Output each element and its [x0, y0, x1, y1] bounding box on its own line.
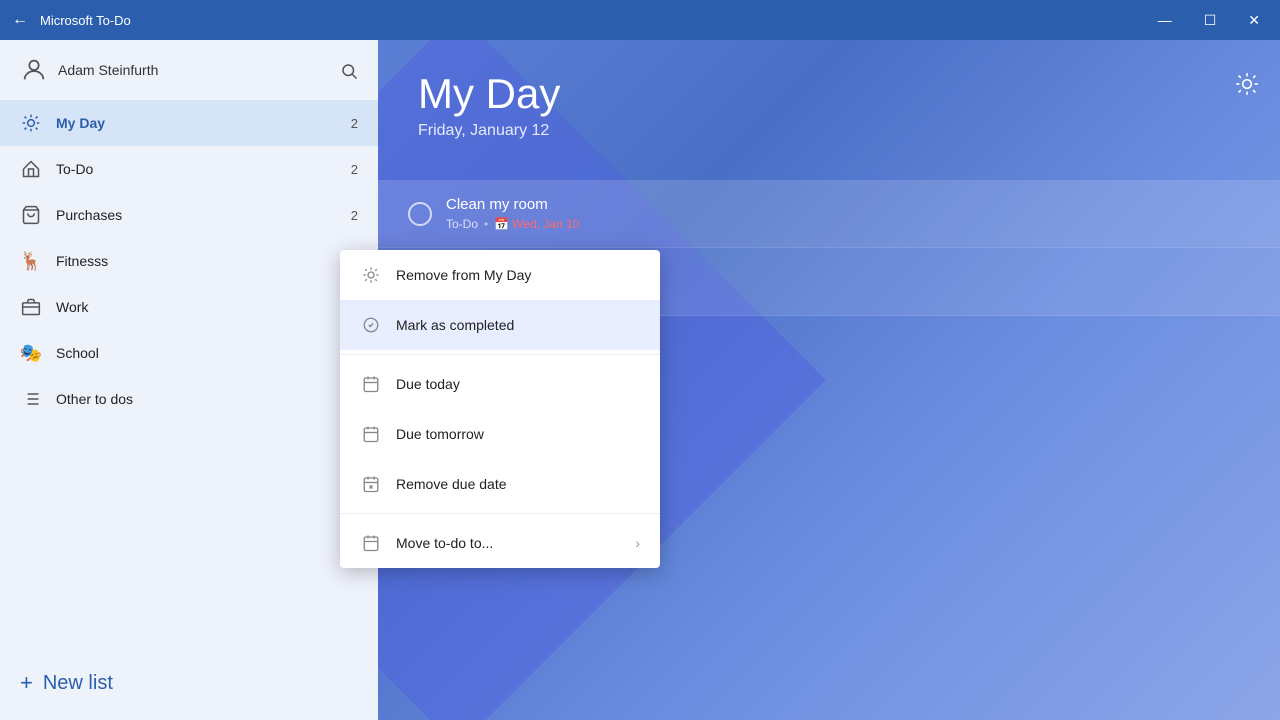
- sidebar-footer: + New list: [0, 646, 378, 720]
- move-icon: [360, 532, 382, 554]
- ctx-item-label: Move to-do to...: [396, 535, 621, 551]
- ctx-mark-completed[interactable]: Mark as completed: [340, 300, 660, 350]
- new-list-label: New list: [43, 672, 113, 695]
- page-date: Friday, January 12: [418, 122, 1240, 140]
- main-header: My Day Friday, January 12: [378, 40, 1280, 160]
- task-name: Clean my room: [446, 196, 1250, 213]
- username: Adam Steinfurth: [58, 62, 158, 78]
- user-icon: [20, 56, 48, 84]
- check-circle-icon: [360, 314, 382, 336]
- sidebar-item-label: My Day: [56, 115, 337, 131]
- sun-icon: [360, 264, 382, 286]
- ctx-item-label: Due tomorrow: [396, 426, 640, 442]
- sidebar-item-school[interactable]: 🎭 School 1: [0, 330, 378, 376]
- calendar-icon: 📅: [494, 217, 509, 231]
- sidebar-item-label: Fitnesss: [56, 253, 337, 269]
- sidebar-item-fitnesss[interactable]: 🦌 Fitnesss 2: [0, 238, 378, 284]
- window-controls: — ☐ ✕: [1150, 8, 1268, 33]
- sun-icon: [20, 112, 42, 134]
- sidebar-nav: My Day 2 To-Do 2: [0, 100, 378, 646]
- sidebar-item-count: 2: [351, 116, 358, 131]
- sidebar-item-my-day[interactable]: My Day 2: [0, 100, 378, 146]
- sidebar-item-other-to-dos[interactable]: Other to dos: [0, 376, 378, 422]
- minimize-button[interactable]: —: [1150, 8, 1180, 33]
- home-icon: [20, 158, 42, 180]
- sidebar-item-to-do[interactable]: To-Do 2: [0, 146, 378, 192]
- app-title: Microsoft To-Do: [40, 13, 1150, 28]
- task-meta: To-Do • 📅 Wed, Jan 10: [446, 217, 1250, 231]
- page-title: My Day: [418, 70, 1240, 118]
- ctx-item-label: Remove from My Day: [396, 267, 640, 283]
- separator: •: [484, 217, 488, 231]
- task-info: Clean my room To-Do • 📅 Wed, Jan 10: [446, 196, 1250, 231]
- ctx-remove-from-my-day[interactable]: Remove from My Day: [340, 250, 660, 300]
- sidebar-item-label: Purchases: [56, 207, 337, 223]
- calendar-icon: [360, 373, 382, 395]
- back-button[interactable]: ←: [12, 11, 28, 29]
- ctx-item-label: Remove due date: [396, 476, 640, 492]
- ctx-divider: [340, 513, 660, 514]
- sidebar: Adam Steinfurth: [0, 40, 378, 720]
- calendar-icon: [360, 423, 382, 445]
- task-list: To-Do: [446, 217, 478, 231]
- sidebar-item-label: Work: [56, 299, 337, 315]
- task-due-date: 📅 Wed, Jan 10: [494, 217, 579, 231]
- list-icon: [20, 388, 42, 410]
- context-menu: Remove from My Day Mark as completed Due…: [340, 250, 660, 568]
- ctx-item-label: Mark as completed: [396, 317, 640, 333]
- fitness-icon: 🦌: [20, 250, 42, 272]
- ctx-divider: [340, 354, 660, 355]
- sidebar-item-count: 2: [351, 208, 358, 223]
- calendar-remove-icon: [360, 473, 382, 495]
- search-button[interactable]: [340, 60, 358, 81]
- purchases-icon: [20, 204, 42, 226]
- school-icon: 🎭: [20, 342, 42, 364]
- task-item[interactable]: Clean my room To-Do • 📅 Wed, Jan 10: [378, 180, 1280, 248]
- sidebar-header: Adam Steinfurth: [0, 40, 378, 100]
- task-complete-circle[interactable]: [408, 202, 432, 226]
- arrow-right-icon: ›: [635, 535, 640, 551]
- work-icon: [20, 296, 42, 318]
- ctx-item-label: Due today: [396, 376, 640, 392]
- ctx-due-tomorrow[interactable]: Due tomorrow: [340, 409, 660, 459]
- maximize-button[interactable]: ☐: [1196, 8, 1225, 33]
- sidebar-item-label: School: [56, 345, 337, 361]
- sidebar-item-count: 2: [351, 162, 358, 177]
- ctx-remove-due-date[interactable]: Remove due date: [340, 459, 660, 509]
- sidebar-item-work[interactable]: Work 2: [0, 284, 378, 330]
- titlebar: ← Microsoft To-Do — ☐ ✕: [0, 0, 1280, 40]
- new-list-button[interactable]: + New list: [20, 662, 358, 704]
- sidebar-item-label: Other to dos: [56, 391, 344, 407]
- ctx-due-today[interactable]: Due today: [340, 359, 660, 409]
- settings-icon[interactable]: [1234, 70, 1260, 97]
- plus-icon: +: [20, 670, 33, 696]
- ctx-move-to-do[interactable]: Move to-do to... ›: [340, 518, 660, 568]
- close-button[interactable]: ✕: [1240, 8, 1268, 33]
- sidebar-item-purchases[interactable]: Purchases 2: [0, 192, 378, 238]
- sidebar-item-label: To-Do: [56, 161, 337, 177]
- user-profile[interactable]: Adam Steinfurth: [20, 56, 158, 84]
